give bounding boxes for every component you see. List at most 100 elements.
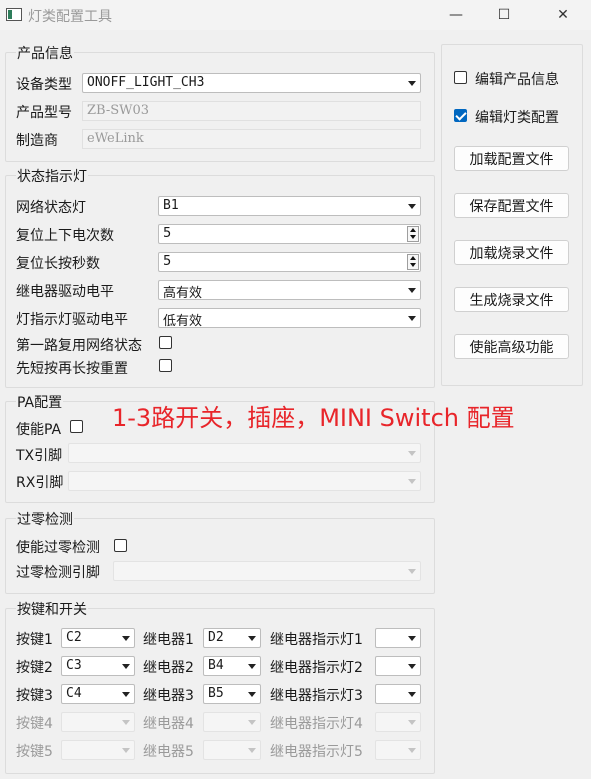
chevron-down-icon — [408, 81, 416, 86]
reuse-net-checkbox[interactable] — [159, 336, 172, 349]
chevron-down-icon — [248, 692, 256, 697]
relay-label-5: 继电器5 — [143, 744, 194, 760]
key-select-2[interactable]: C3 — [61, 656, 135, 676]
relay-select-1[interactable]: D2 — [203, 628, 261, 648]
chevron-down-icon — [408, 479, 416, 484]
edit-light-checkbox[interactable] — [454, 109, 467, 122]
zero-cross-enable-checkbox[interactable] — [114, 539, 127, 552]
chevron-down-icon — [408, 451, 416, 456]
load-config-button[interactable]: 加载配置文件 — [454, 146, 569, 171]
key-value-3: C4 — [66, 686, 82, 701]
relay-led-select-5[interactable] — [375, 740, 421, 760]
spin-arrows-icon[interactable] — [407, 254, 419, 270]
net-led-label: 网络状态灯 — [16, 200, 86, 216]
chevron-down-icon — [408, 692, 416, 697]
minimize-icon: — — [449, 7, 463, 23]
window-title: 灯类配置工具 — [28, 9, 112, 25]
edit-product-label: 编辑产品信息 — [475, 72, 559, 88]
rx-pin-select[interactable] — [68, 471, 421, 491]
net-led-value: B1 — [163, 198, 179, 213]
zero-cross-enable-label: 使能过零检测 — [16, 540, 100, 556]
relay-led-select-4[interactable] — [375, 712, 421, 732]
minimize-button[interactable]: — — [433, 0, 479, 30]
relay-level-label: 继电器驱动电平 — [16, 284, 114, 300]
relay-led-label-5: 继电器指示灯5 — [270, 744, 363, 760]
chevron-down-icon — [122, 748, 130, 753]
keys-title: 按键和开关 — [16, 599, 88, 619]
relay-level-value: 高有效 — [163, 286, 203, 301]
chevron-down-icon — [408, 316, 416, 321]
chevron-down-icon — [408, 636, 416, 641]
device-type-value: ONOFF_LIGHT_CH3 — [87, 75, 205, 90]
chevron-down-icon — [408, 720, 416, 725]
relay-led-select-1[interactable] — [375, 628, 421, 648]
zero-cross-title: 过零检测 — [16, 509, 74, 529]
title-bar: 灯类配置工具 — ☐ ✕ — [0, 0, 591, 30]
relay-select-4[interactable] — [203, 712, 261, 732]
close-button[interactable]: ✕ — [540, 0, 586, 30]
maximize-icon: ☐ — [497, 7, 511, 23]
chevron-down-icon — [408, 569, 416, 574]
key-select-1[interactable]: C2 — [61, 628, 135, 648]
model-field[interactable]: ZB-SW03 — [82, 101, 421, 121]
annotation-text: 1-3路开关，插座，MINI Switch 配置 — [112, 404, 515, 432]
led-level-select[interactable]: 低有效 — [158, 308, 421, 329]
pa-title: PA配置 — [16, 392, 64, 412]
short-long-label: 先短按再长按重置 — [16, 361, 128, 377]
chevron-down-icon — [122, 692, 130, 697]
edit-product-checkbox[interactable] — [454, 71, 467, 84]
relay-label-1: 继电器1 — [143, 632, 194, 648]
chevron-down-icon — [408, 748, 416, 753]
key-select-5[interactable] — [61, 740, 135, 760]
relay-label-2: 继电器2 — [143, 660, 194, 676]
zero-cross-pin-select[interactable] — [113, 561, 421, 581]
tx-pin-select[interactable] — [68, 443, 421, 463]
status-led-title: 状态指示灯 — [16, 166, 88, 186]
chevron-down-icon — [408, 664, 416, 669]
chevron-down-icon — [408, 288, 416, 293]
key-label-1: 按键1 — [16, 632, 53, 648]
reset-press-value: 5 — [163, 254, 172, 269]
device-type-select[interactable]: ONOFF_LIGHT_CH3 — [82, 73, 421, 93]
relay-led-select-2[interactable] — [375, 656, 421, 676]
relay-select-5[interactable] — [203, 740, 261, 760]
relay-value-3: B5 — [208, 686, 224, 701]
key-select-3[interactable]: C4 — [61, 684, 135, 704]
generate-firmware-button[interactable]: 生成烧录文件 — [454, 287, 569, 312]
pa-enable-label: 使能PA — [16, 422, 62, 438]
spin-arrows-icon[interactable] — [407, 226, 419, 242]
net-led-select[interactable]: B1 — [158, 196, 421, 216]
save-config-button[interactable]: 保存配置文件 — [454, 193, 569, 218]
close-icon: ✕ — [557, 7, 569, 23]
relay-level-select[interactable]: 高有效 — [158, 280, 421, 301]
relay-select-3[interactable]: B5 — [203, 684, 261, 704]
reset-press-spinbox[interactable]: 5 — [158, 252, 421, 272]
led-level-value: 低有效 — [163, 314, 203, 329]
relay-led-select-3[interactable] — [375, 684, 421, 704]
chevron-down-icon — [122, 720, 130, 725]
key-label-4: 按键4 — [16, 716, 53, 732]
product-info-title: 产品信息 — [16, 43, 74, 63]
chevron-down-icon — [248, 720, 256, 725]
enable-advanced-button[interactable]: 使能高级功能 — [454, 334, 569, 359]
relay-led-label-4: 继电器指示灯4 — [270, 716, 363, 732]
reset-press-label: 复位长按秒数 — [16, 256, 100, 272]
chevron-down-icon — [122, 636, 130, 641]
reuse-net-label: 第一路复用网络状态 — [16, 338, 142, 354]
zero-cross-pin-label: 过零检测引脚 — [16, 565, 100, 581]
manufacturer-field[interactable]: eWeLink — [82, 129, 421, 149]
relay-select-2[interactable]: B4 — [203, 656, 261, 676]
key-label-2: 按键2 — [16, 660, 53, 676]
key-value-1: C2 — [66, 630, 82, 645]
relay-led-label-3: 继电器指示灯3 — [270, 688, 363, 704]
load-firmware-button[interactable]: 加载烧录文件 — [454, 240, 569, 265]
pa-enable-checkbox[interactable] — [70, 420, 83, 433]
edit-light-label: 编辑灯类配置 — [475, 110, 559, 126]
maximize-button[interactable]: ☐ — [481, 0, 527, 30]
reset-power-spinbox[interactable]: 5 — [158, 224, 421, 244]
key-select-4[interactable] — [61, 712, 135, 732]
key-label-5: 按键5 — [16, 744, 53, 760]
relay-value-2: B4 — [208, 658, 224, 673]
chevron-down-icon — [408, 204, 416, 209]
short-long-checkbox[interactable] — [159, 359, 172, 372]
